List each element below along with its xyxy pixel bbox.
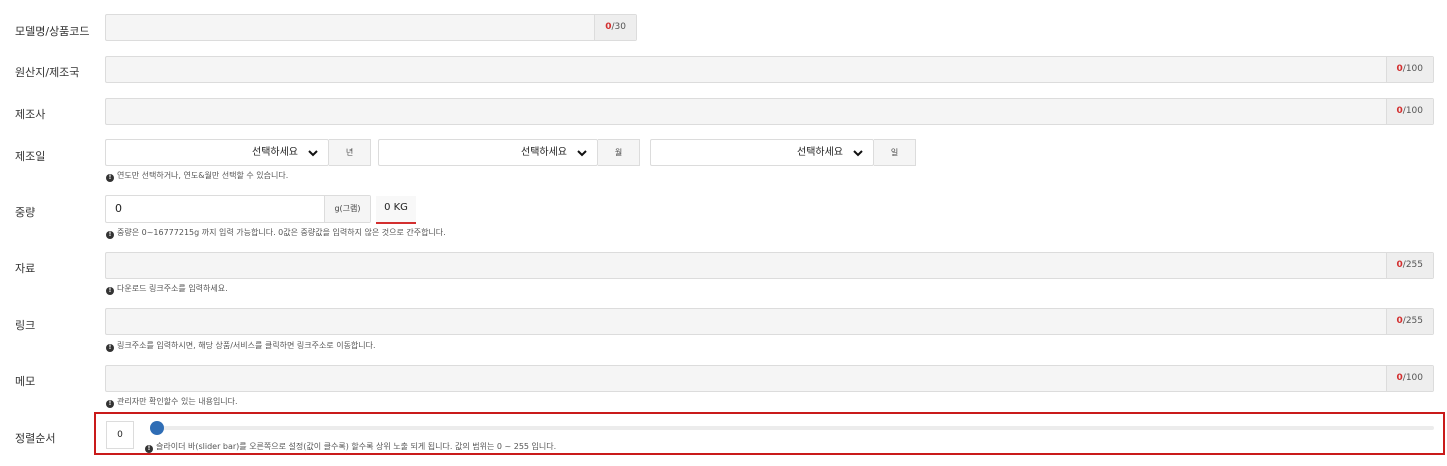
chevron-down-icon [308, 150, 318, 157]
data-label: 자료 [15, 262, 36, 275]
day-unit: 일 [874, 139, 916, 166]
day-select-value: 선택하세요 [797, 147, 843, 158]
origin-char-counter: 0/100 [1385, 57, 1433, 82]
link-help: ! 링크주소를 입력하시면, 해당 상품/서비스를 클릭하면 링크주소로 이동합니… [106, 340, 376, 352]
link-max: /255 [1402, 316, 1423, 326]
weight-help: ! 중량은 0~16777215g 까지 입력 가능합니다. 0값은 중량값을 입… [106, 227, 446, 239]
sort-order-slider-thumb[interactable] [150, 421, 164, 435]
link-help-text: 링크주소를 입력하시면, 해당 상품/서비스를 클릭하면 링크주소로 이동합니다… [117, 341, 376, 350]
info-icon: ! [106, 344, 114, 352]
model-char-counter: 0/30 [594, 15, 636, 40]
data-help-text: 다운로드 링크주소를 입력하세요. [117, 284, 228, 293]
month-select-value: 선택하세요 [521, 147, 567, 158]
sort-order-value: 0 [106, 421, 134, 449]
model-label: 모델명/상품코드 [15, 25, 90, 38]
day-select[interactable]: 선택하세요 [650, 139, 874, 166]
data-input[interactable]: 0/255 [105, 252, 1434, 279]
data-char-counter: 0/255 [1385, 253, 1433, 278]
weight-unit: g(그램) [324, 196, 370, 222]
weight-input[interactable]: 0 g(그램) [105, 195, 371, 223]
sort-order-help: ! 슬라이더 바(slider bar)를 오른쪽으로 설정(값이 클수록) 할수… [145, 441, 556, 453]
sort-order-help-text: 슬라이더 바(slider bar)를 오른쪽으로 설정(값이 클수록) 할수록… [156, 442, 557, 451]
mfg-date-help: ! 연도만 선택하거나, 연도&월만 선택할 수 있습니다. [106, 170, 288, 182]
memo-help-text: 관리자만 확인할수 있는 내용입니다. [117, 397, 238, 406]
weight-value: 0 [115, 202, 122, 215]
maker-char-counter: 0/100 [1385, 99, 1433, 124]
mfg-date-label: 제조일 [15, 150, 46, 163]
info-icon: ! [106, 287, 114, 295]
month-unit: 월 [598, 139, 640, 166]
data-max: /255 [1402, 260, 1423, 270]
info-icon: ! [106, 400, 114, 408]
info-icon: ! [106, 174, 114, 182]
sort-order-label: 정렬순서 [15, 432, 56, 445]
maker-input[interactable]: 0/100 [105, 98, 1434, 125]
link-char-counter: 0/255 [1385, 309, 1433, 334]
maker-max: /100 [1402, 106, 1423, 116]
origin-max: /100 [1402, 64, 1423, 74]
month-select[interactable]: 선택하세요 [378, 139, 598, 166]
memo-char-counter: 0/100 [1385, 366, 1433, 391]
origin-input[interactable]: 0/100 [105, 56, 1434, 83]
data-help: ! 다운로드 링크주소를 입력하세요. [106, 283, 228, 295]
link-input[interactable]: 0/255 [105, 308, 1434, 335]
memo-label: 메모 [15, 375, 36, 388]
memo-max: /100 [1402, 373, 1423, 383]
link-label: 링크 [15, 319, 36, 332]
chevron-down-icon [853, 150, 863, 157]
memo-help: ! 관리자만 확인할수 있는 내용입니다. [106, 396, 238, 408]
info-icon: ! [145, 445, 153, 453]
weight-label: 중량 [15, 206, 36, 219]
year-select-value: 선택하세요 [252, 147, 298, 158]
weight-kg-display: 0 KG [376, 196, 416, 224]
memo-input[interactable]: 0/100 [105, 365, 1434, 392]
chevron-down-icon [577, 150, 587, 157]
maker-label: 제조사 [15, 108, 46, 121]
info-icon: ! [106, 231, 114, 239]
sort-order-slider-track[interactable] [150, 426, 1434, 430]
origin-label: 원산지/제조국 [15, 66, 80, 79]
weight-help-text: 중량은 0~16777215g 까지 입력 가능합니다. 0값은 중량값을 입력… [117, 228, 446, 237]
mfg-date-help-text: 연도만 선택하거나, 연도&월만 선택할 수 있습니다. [117, 171, 289, 180]
year-select[interactable]: 선택하세요 [105, 139, 329, 166]
model-input[interactable]: 0/30 [105, 14, 637, 41]
model-max: /30 [611, 22, 626, 32]
year-unit: 년 [329, 139, 371, 166]
